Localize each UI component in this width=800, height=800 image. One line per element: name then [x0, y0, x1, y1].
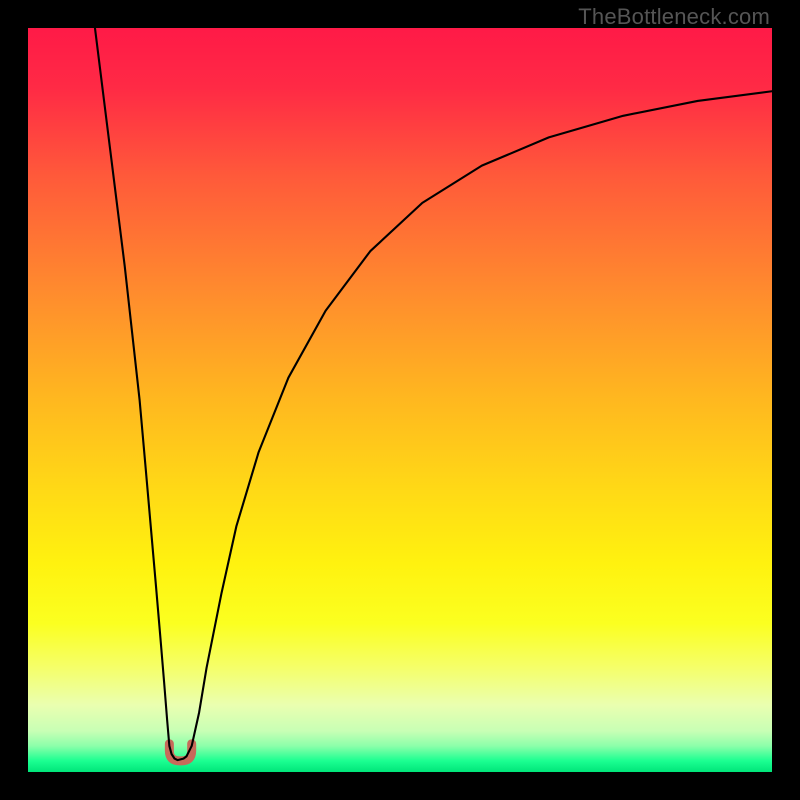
chart-frame: TheBottleneck.com: [0, 0, 800, 800]
plot-area: [28, 28, 772, 772]
watermark-text: TheBottleneck.com: [578, 4, 770, 30]
chart-svg: [28, 28, 772, 772]
